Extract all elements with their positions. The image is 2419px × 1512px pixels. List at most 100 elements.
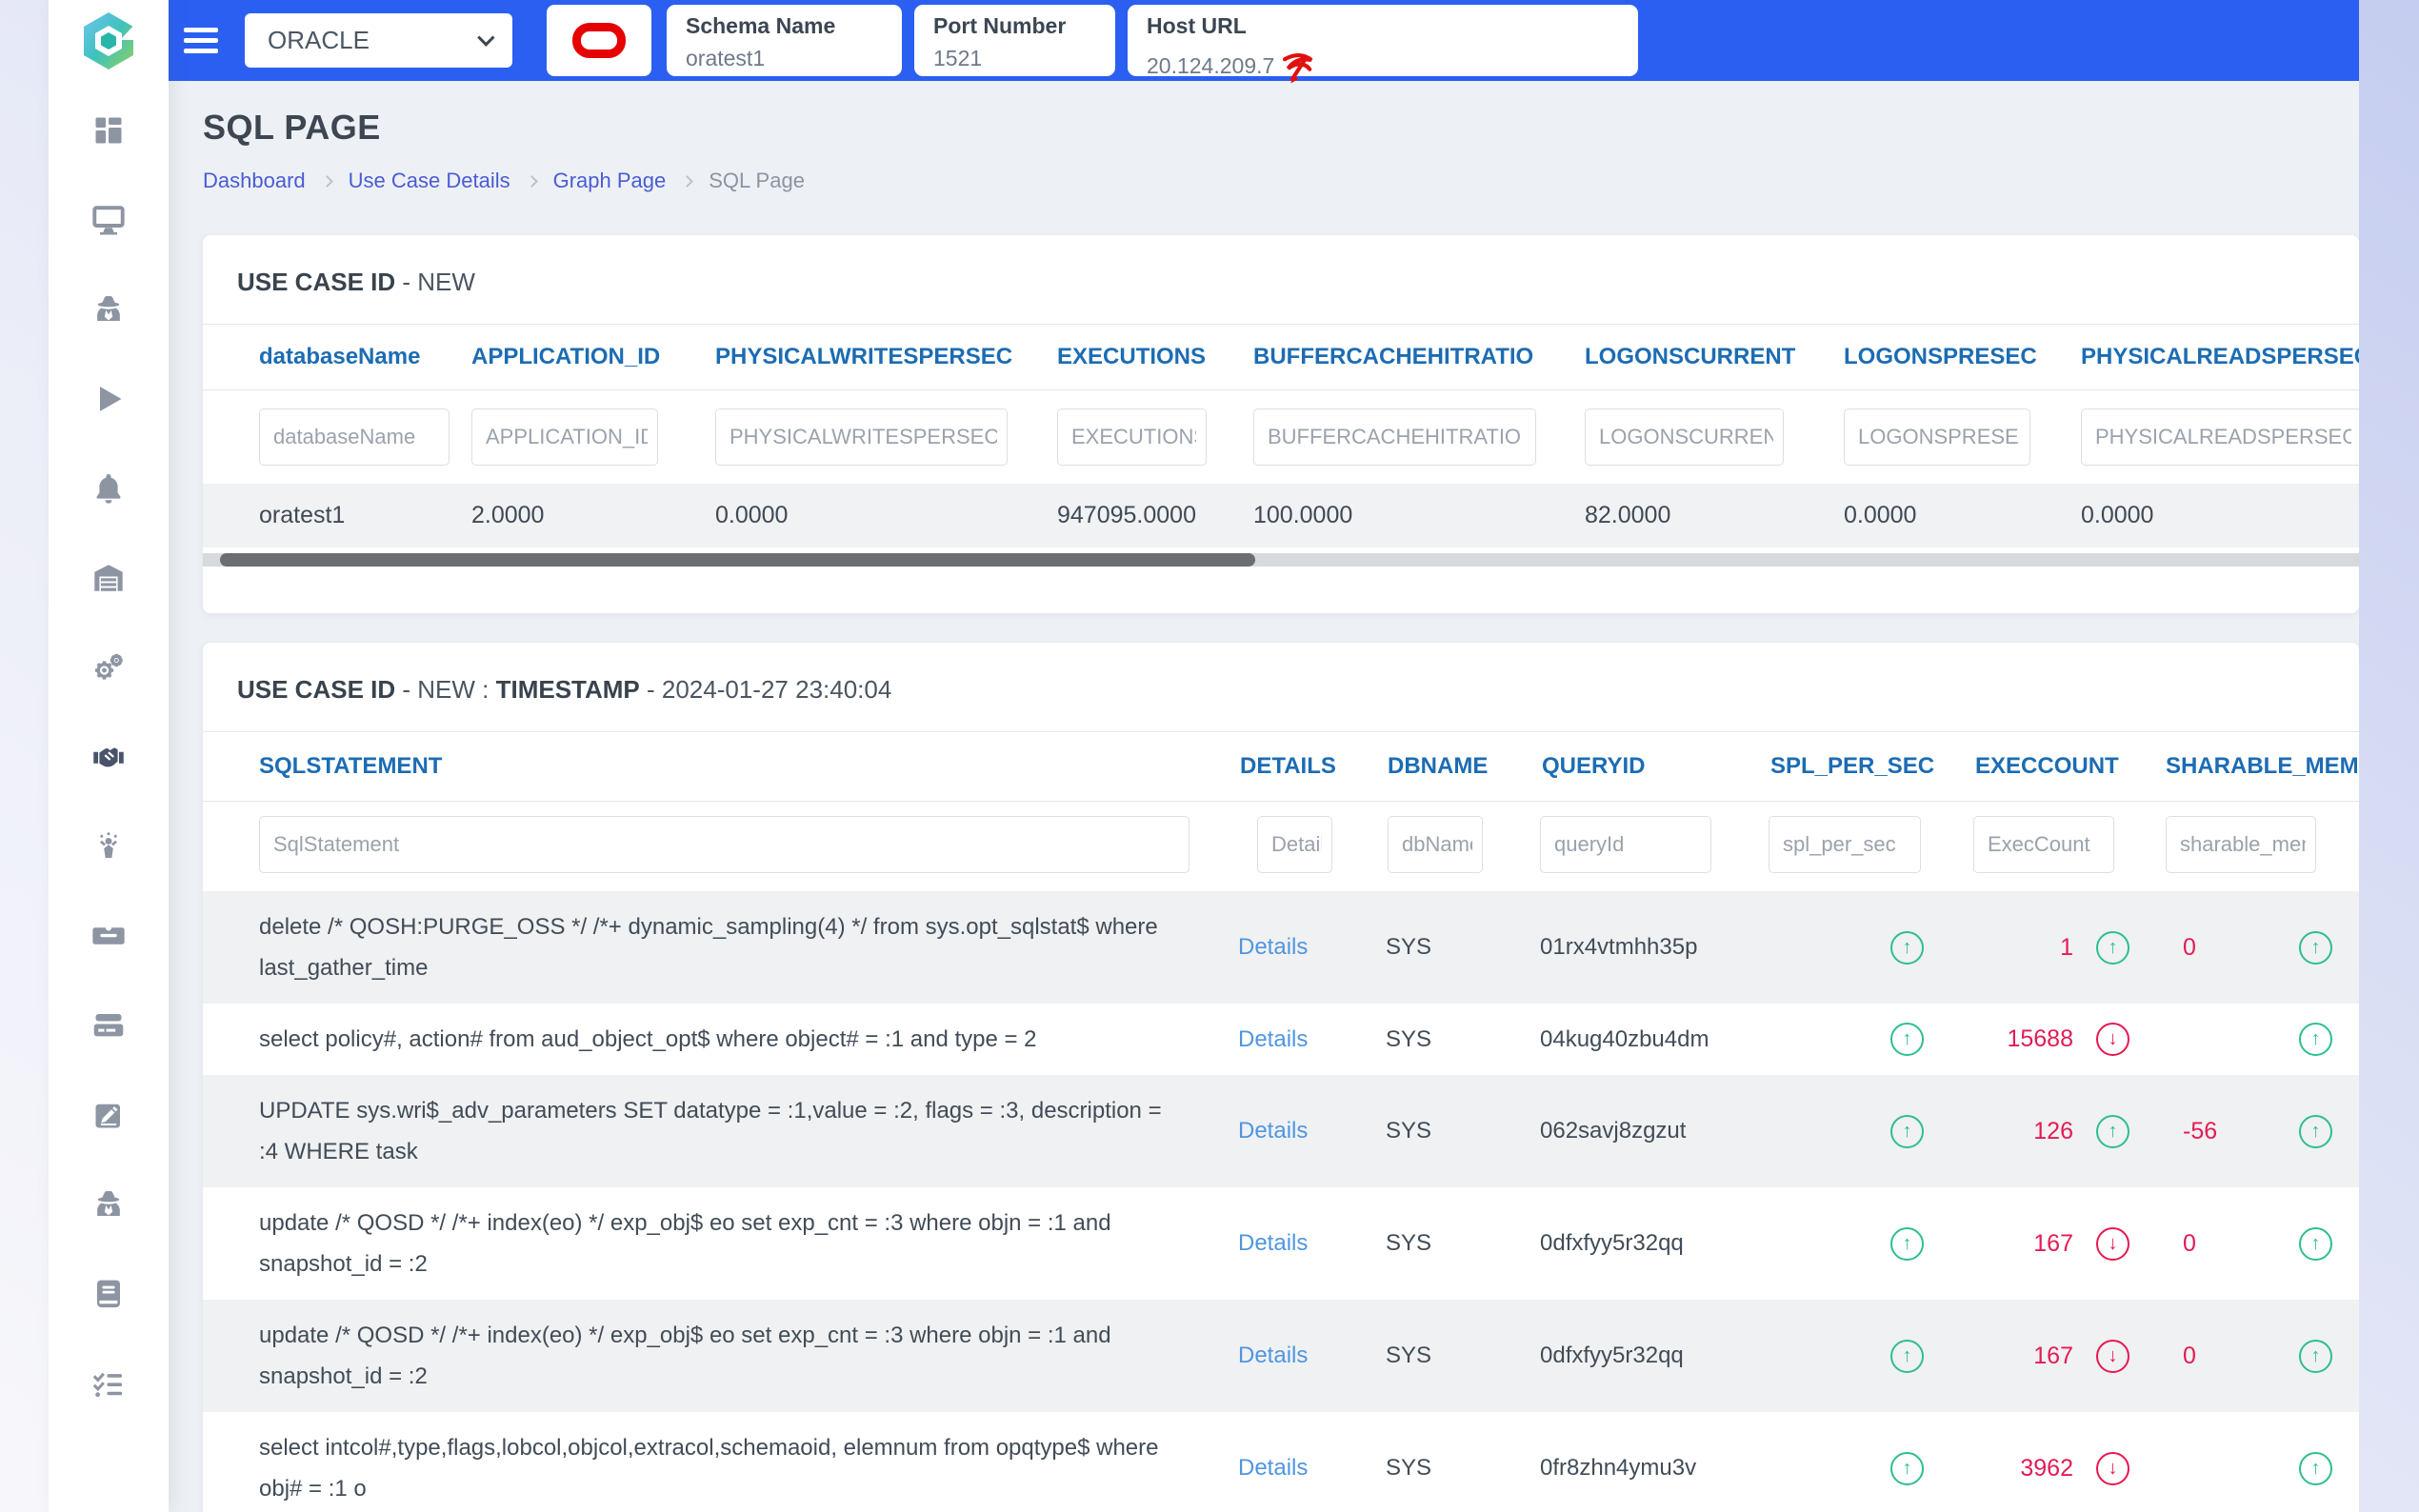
database-select[interactable]: ORACLE — [245, 13, 512, 68]
spl-per-sec-cell: ↑ — [1769, 1114, 1973, 1148]
field-label: Port Number — [933, 13, 1067, 38]
filter-input-physicalreadspersec[interactable] — [2081, 408, 2359, 466]
spl-per-sec-cell: ↑ — [1769, 1023, 1973, 1056]
filter-input-application_id[interactable] — [471, 408, 658, 466]
sidebar-item-book[interactable] — [90, 1277, 127, 1311]
filter-input-dbname[interactable] — [1388, 816, 1483, 873]
sidebar-item-spy-agent-2[interactable] — [90, 1187, 127, 1222]
sidebar — [49, 0, 169, 1512]
field-value: 1521 — [933, 46, 983, 70]
sql-table-row: update /* QOSD */ /*+ index(eo) */ exp_o… — [203, 1187, 2359, 1300]
dashboard-icon — [91, 113, 126, 148]
field-value: 20.124.209.7 — [1147, 46, 1638, 86]
horizontal-scrollbar[interactable] — [203, 553, 2359, 567]
sqlstatement-cell: update /* QOSD */ /*+ index(eo) */ exp_o… — [259, 1210, 1111, 1277]
column-header-logonscurrent[interactable]: LOGONSCURRENT — [1583, 344, 1842, 370]
scrollbar-thumb[interactable] — [220, 553, 1255, 567]
edit-note-icon — [91, 1098, 126, 1132]
details-link[interactable]: Details — [1238, 1343, 1308, 1368]
column-header-logonspresec[interactable]: LOGONSPRESEC — [1842, 344, 2079, 370]
dbname-cell: SYS — [1386, 1230, 1432, 1256]
sidebar-item-id-badge[interactable] — [90, 919, 127, 953]
column-header-application_id[interactable]: APPLICATION_ID — [470, 344, 713, 370]
breadcrumb-use-case-details[interactable]: Use Case Details — [349, 169, 510, 193]
dbname-cell: SYS — [1386, 1118, 1432, 1144]
app-window: ORACLE Schema Name oratest1 Port Number 1… — [49, 0, 2359, 1512]
column-header-sharable_mem[interactable]: SHARABLE_MEM — [2164, 753, 2359, 780]
sharable-mem-value: -56 — [2183, 1117, 2218, 1144]
breadcrumb-dashboard[interactable]: Dashboard — [203, 169, 306, 193]
filter-input-executions[interactable] — [1057, 408, 1207, 466]
field-label: Host URL — [1147, 13, 1247, 38]
sql-card-title: USE CASE ID - NEW : TIMESTAMP - 2024-01-… — [237, 675, 892, 704]
oracle-logo — [547, 5, 651, 76]
details-link[interactable]: Details — [1238, 1455, 1308, 1481]
port-number-field[interactable]: Port Number 1521 — [914, 5, 1115, 76]
sidebar-item-checklist[interactable] — [90, 1366, 127, 1401]
main-column: ORACLE Schema Name oratest1 Port Number 1… — [169, 0, 2359, 1512]
column-header-physicalreadspersec[interactable]: PHYSICALREADSPERSEC — [2079, 344, 2359, 370]
details-cell: Details — [1238, 1026, 1386, 1053]
column-header-buffercachehitratio[interactable]: BUFFERCACHEHITRATIO — [1251, 344, 1583, 370]
host-url-field[interactable]: Host URL 20.124.209.7 — [1128, 5, 1638, 84]
sharable-mem-trend-up-icon: ↑ — [2299, 1451, 2332, 1485]
details-cell: Details — [1238, 1230, 1386, 1257]
sidebar-item-play[interactable] — [90, 382, 127, 416]
sidebar-item-warehouse[interactable] — [90, 561, 127, 595]
field-label: Schema Name — [686, 13, 836, 38]
filter-input-physicalwritespersec[interactable] — [715, 408, 1008, 466]
sidebar-item-gears[interactable] — [90, 650, 127, 685]
details-link[interactable]: Details — [1238, 1026, 1308, 1052]
spl-trend-up-icon: ↑ — [1890, 1114, 1924, 1148]
filter-input-databasename[interactable] — [259, 408, 450, 466]
filter-input-queryid[interactable] — [1540, 816, 1711, 873]
column-header-spl_per_sec[interactable]: SPL_PER_SEC — [1769, 753, 1973, 780]
filter-input-sqlstatement[interactable] — [259, 816, 1190, 873]
filter-input-spl_per_sec[interactable] — [1769, 816, 1921, 873]
column-header-details[interactable]: DETAILS — [1238, 753, 1386, 780]
sidebar-item-monitor[interactable] — [90, 203, 127, 237]
filter-input-execcount[interactable] — [1973, 816, 2114, 873]
column-header-queryid[interactable]: QUERYID — [1540, 753, 1769, 780]
filter-input-sharable_mem[interactable] — [2166, 816, 2316, 873]
sharable-mem-trend-up-icon: ↑ — [2299, 1339, 2332, 1373]
filter-input-logonscurrent[interactable] — [1585, 408, 1784, 466]
menu-hamburger-icon[interactable] — [184, 28, 218, 53]
details-link[interactable]: Details — [1238, 934, 1308, 960]
column-header-sqlstatement[interactable]: SQLSTATEMENT — [203, 753, 1238, 780]
sql-table-row: delete /* QOSH:PURGE_OSS */ /*+ dynamic_… — [203, 891, 2359, 1004]
column-header-execcount[interactable]: EXECCOUNT — [1973, 753, 2164, 780]
sidebar-item-spy-agent[interactable] — [90, 292, 127, 327]
gears-icon — [91, 650, 126, 685]
sqlstatement-cell: select policy#, action# from aud_object_… — [259, 1026, 1037, 1052]
spl-per-sec-cell: ↑ — [1769, 1226, 1973, 1261]
queryid-cell: 0fr8zhn4ymu3v — [1540, 1455, 1697, 1481]
details-link[interactable]: Details — [1238, 1118, 1308, 1144]
sidebar-item-dashboard[interactable] — [90, 113, 127, 148]
app-logo[interactable] — [49, 0, 169, 81]
sharable-mem-cell: -56 ↑ — [2164, 1114, 2359, 1148]
table-row: oratest1 2.0000 0.0000 947095.0000 100.0000 8… — [203, 484, 2359, 547]
sidebar-item-achievement[interactable] — [90, 829, 127, 864]
sqlstatement-cell: delete /* QOSH:PURGE_OSS */ /*+ dynamic_… — [259, 914, 1158, 981]
sidebar-item-credit-card[interactable] — [90, 1008, 127, 1043]
breadcrumb-separator-icon — [681, 174, 694, 188]
details-link[interactable]: Details — [1238, 1230, 1308, 1256]
sidebar-item-handshake[interactable] — [90, 740, 127, 774]
column-header-executions[interactable]: EXECUTIONS — [1055, 344, 1251, 370]
schema-name-field[interactable]: Schema Name oratest1 — [667, 5, 902, 76]
sidebar-item-edit-note[interactable] — [90, 1098, 127, 1132]
column-header-databasename[interactable]: databaseName — [203, 344, 470, 370]
sidebar-item-bell[interactable] — [90, 471, 127, 506]
execcount-cell: 1 ↑ — [1973, 930, 2164, 965]
breadcrumb-graph-page[interactable]: Graph Page — [553, 169, 667, 193]
filter-input-logonspresec[interactable] — [1844, 408, 2030, 466]
filter-input-buffercachehitratio[interactable] — [1253, 408, 1536, 466]
spl-per-sec-cell: ↑ — [1769, 930, 1973, 965]
column-header-physicalwritespersec[interactable]: PHYSICALWRITESPERSEC — [713, 344, 1055, 370]
execcount-trend-up-icon: ↑ — [2096, 930, 2129, 965]
filter-input-details[interactable] — [1257, 816, 1332, 873]
column-header-dbname[interactable]: DBNAME — [1386, 753, 1540, 780]
oracle-ring-icon — [572, 23, 626, 58]
sqlstatement-cell: UPDATE sys.wri$_adv_parameters SET datat… — [259, 1098, 1162, 1164]
